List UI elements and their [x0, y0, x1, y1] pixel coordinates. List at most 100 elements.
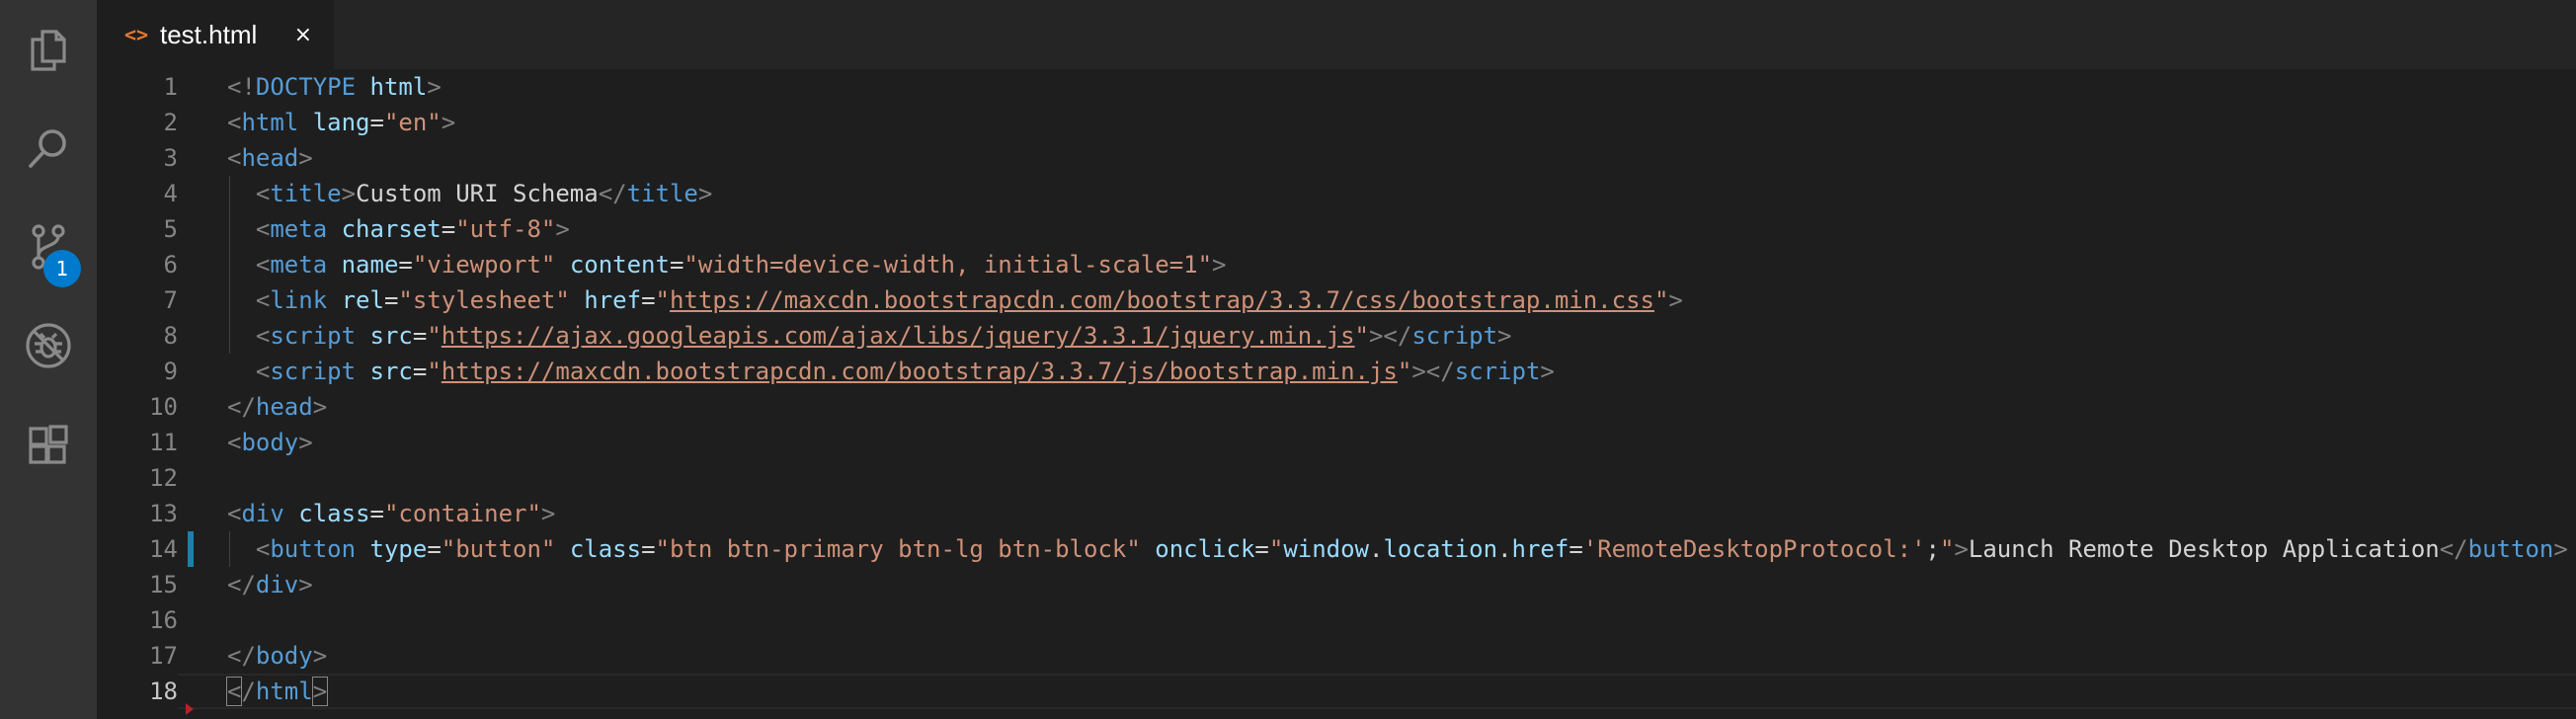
code-token: Custom URI Schema	[356, 180, 599, 207]
code-token: "btn btn-primary btn-lg btn-block"	[655, 535, 1141, 563]
code-line[interactable]: </head>	[227, 389, 327, 425]
line-number: 1	[163, 73, 178, 101]
code-token: class	[569, 535, 642, 563]
code-token: <	[255, 215, 271, 243]
code-token: <	[255, 535, 271, 563]
code-token: lang	[312, 109, 370, 136]
line-number: 7	[163, 286, 178, 314]
code-token: </	[227, 642, 256, 670]
code-line[interactable]: </body>	[227, 638, 327, 674]
code-token: =	[427, 535, 442, 563]
code-line[interactable]: </html>	[225, 674, 329, 709]
code-token: >	[1497, 322, 1512, 350]
code-line[interactable]: <meta name="viewport" content="width=dev…	[227, 247, 1227, 282]
tab-label: test.html	[160, 19, 258, 49]
code-line[interactable]: <body>	[227, 425, 313, 460]
code-line[interactable]: <title>Custom URI Schema</title>	[227, 176, 712, 211]
code-token: "width=device-width, initial-scale=1"	[684, 251, 1213, 279]
tab-bar: <> test.html ×	[97, 0, 2576, 69]
explorer-icon[interactable]	[0, 0, 97, 99]
code-link[interactable]: https://maxcdn.bootstrapcdn.com/bootstra…	[670, 286, 1654, 314]
code-token: 'RemoteDesktopProtocol:'	[1582, 535, 1926, 563]
line-number: 4	[163, 180, 178, 207]
code-token: =	[641, 535, 656, 563]
code-token: button	[2467, 535, 2554, 563]
code-token: script	[1454, 358, 1541, 385]
code-token: body	[255, 642, 313, 670]
code-token: =	[412, 322, 428, 350]
code-token: meta	[270, 215, 328, 243]
code-token: </	[227, 393, 256, 421]
line-number: 12	[149, 464, 178, 492]
code-token: "	[427, 358, 442, 385]
code-token: =	[383, 286, 399, 314]
line-number: 2	[163, 109, 178, 136]
code-line[interactable]: <link rel="stylesheet" href="https://max…	[227, 282, 1683, 318]
code-line[interactable]: <script src="https://maxcdn.bootstrapcdn…	[227, 354, 1555, 389]
line-number: 9	[163, 358, 178, 385]
code-token: "	[1940, 535, 1955, 563]
code-token: </	[227, 571, 256, 599]
line-number: 6	[163, 251, 178, 279]
code-line[interactable]: <!DOCTYPE html>	[227, 69, 442, 105]
code-token: >	[540, 500, 556, 527]
code-token: >	[555, 215, 570, 243]
line-number: 8	[163, 322, 178, 350]
code-token: <	[255, 180, 271, 207]
code-token: src	[369, 322, 413, 350]
editor-window: 1 <> test.html × 1 2 3 4 5 6 7 8 9 10 11…	[0, 0, 2576, 719]
tab-test-html[interactable]: <> test.html ×	[97, 0, 334, 69]
code-token: =	[398, 251, 413, 279]
code-token: "container"	[383, 500, 541, 527]
code-area[interactable]: <!DOCTYPE html> <html lang="en"> <head> <t…	[225, 69, 2576, 719]
code-token: charset	[341, 215, 442, 243]
code-line[interactable]: <html lang="en">	[227, 105, 455, 140]
code-token: href	[1511, 535, 1570, 563]
code-line[interactable]: <button type="button" class="btn btn-pri…	[227, 531, 2568, 567]
code-token: >	[312, 393, 328, 421]
code-token: "	[655, 286, 670, 314]
code-editor[interactable]: 1 2 3 4 5 6 7 8 9 10 11 12 13 14 15 16 17 18 <!DOCTYPE ht…	[97, 69, 2576, 719]
code-token: </	[598, 180, 627, 207]
html-file-icon: <>	[124, 23, 149, 46]
code-token: =	[669, 251, 684, 279]
code-token: =	[1254, 535, 1269, 563]
line-number: 15	[149, 571, 178, 599]
search-icon[interactable]	[0, 99, 97, 198]
close-icon[interactable]: ×	[294, 23, 312, 47]
code-token: </	[2439, 535, 2468, 563]
code-token: >	[298, 144, 313, 172]
code-line[interactable]: </div>	[227, 567, 313, 602]
code-token: location	[1383, 535, 1498, 563]
code-line[interactable]: <script src="https://ajax.googleapis.com…	[227, 318, 1512, 354]
code-line[interactable]: <meta charset="utf-8">	[227, 211, 570, 247]
line-number: 17	[149, 642, 178, 670]
code-token: "	[1354, 322, 1369, 350]
code-link[interactable]: https://ajax.googleapis.com/ajax/libs/jq…	[442, 322, 1355, 350]
source-control-icon[interactable]: 1	[0, 198, 97, 296]
code-token: div	[241, 500, 284, 527]
code-token: src	[369, 358, 413, 385]
code-link[interactable]: https://maxcdn.bootstrapcdn.com/bootstra…	[442, 358, 1398, 385]
debug-icon[interactable]	[0, 296, 97, 395]
extensions-icon[interactable]	[0, 395, 97, 494]
code-token: head	[255, 393, 313, 421]
code-line[interactable]: <head>	[227, 140, 313, 176]
line-number: 14	[149, 535, 178, 563]
code-token: >	[1668, 286, 1683, 314]
code-line[interactable]: <div class="container">	[227, 496, 555, 531]
code-token: >	[427, 73, 442, 101]
code-token: ></	[1368, 322, 1412, 350]
code-token: <	[255, 358, 271, 385]
code-token: =	[641, 286, 656, 314]
